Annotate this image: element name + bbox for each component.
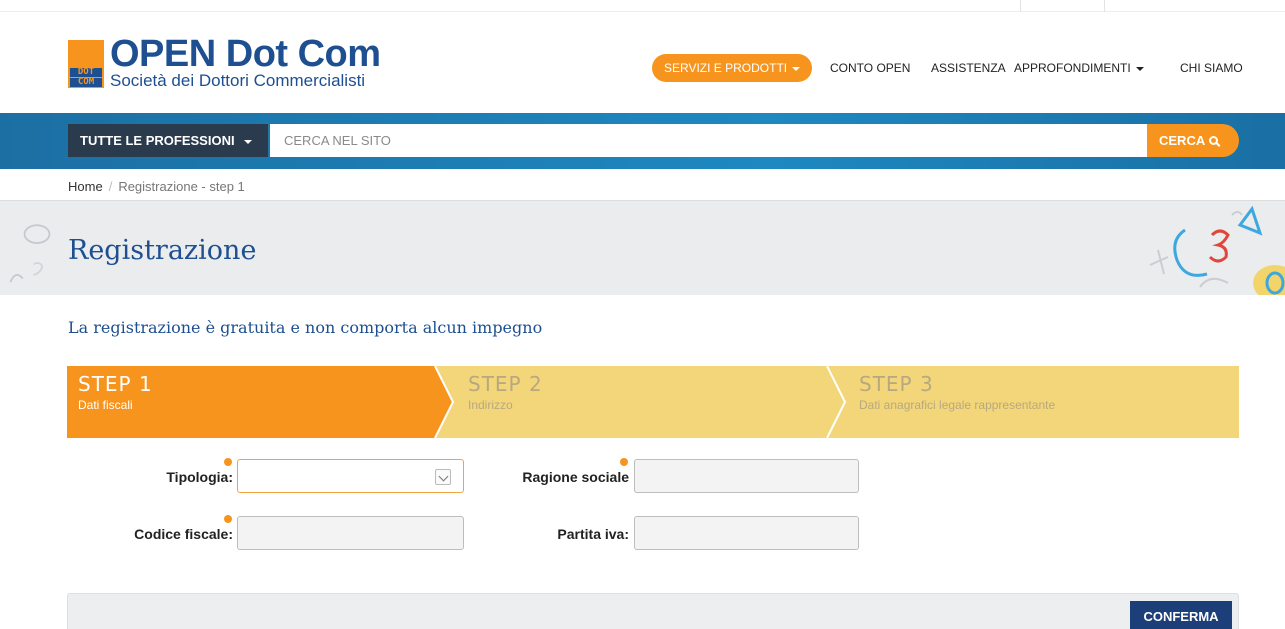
step-1-sub: Dati fiscali	[78, 398, 133, 412]
partita-iva-label: Partita iva:	[557, 526, 629, 542]
professions-dropdown[interactable]: TUTTE LE PROFESSIONI	[68, 124, 268, 157]
required-dot-icon	[224, 458, 232, 466]
page-banner: Registrazione	[0, 200, 1285, 295]
nav-approfondimenti[interactable]: APPROFONDIMENTI	[1014, 54, 1144, 82]
confirm-button[interactable]: CONFERMA	[1130, 601, 1232, 629]
main-nav: SERVIZI E PRODOTTI CONTO OPEN ASSISTENZA…	[652, 54, 1252, 82]
logo-mark-line1: DOT	[70, 68, 102, 77]
tipologia-label: Tipologia:	[166, 469, 233, 485]
top-utility-bar	[0, 0, 1285, 12]
breadcrumb-home[interactable]: Home	[68, 179, 103, 194]
search-band: TUTTE LE PROFESSIONI CERCA	[0, 113, 1285, 169]
required-dot-icon	[620, 458, 628, 466]
utility-separator	[1020, 0, 1021, 12]
nav-conto-open[interactable]: CONTO OPEN	[830, 54, 910, 82]
professions-label: TUTTE LE PROFESSIONI	[80, 133, 235, 148]
math-decoration-icon	[9, 224, 51, 283]
chevron-down-icon	[243, 139, 252, 144]
chevron-down-icon	[792, 66, 801, 71]
step-1-label: STEP 1	[78, 372, 153, 396]
logo-mark-icon: DOT COM	[68, 40, 104, 88]
search-button[interactable]: CERCA	[1147, 124, 1239, 157]
ragione-sociale-field[interactable]	[634, 459, 859, 493]
search-icon	[1209, 136, 1219, 145]
logo-title: OPEN Dot Com	[110, 33, 381, 75]
step-2-sub: Indirizzo	[468, 398, 513, 412]
breadcrumb-separator: /	[108, 179, 113, 194]
logo-subtitle: Società dei Dottori Commercialisti	[110, 71, 366, 90]
step-2-label: STEP 2	[468, 372, 543, 396]
step-3-sub: Dati anagrafici legale rappresentante	[859, 398, 1056, 412]
registration-intro: La registrazione è gratuita e non compor…	[68, 318, 543, 337]
search-button-label: CERCA	[1159, 133, 1206, 148]
step-progress: STEP 1 Dati fiscali STEP 2 Indirizzo STE…	[67, 366, 1239, 438]
form-actions-bar	[67, 593, 1239, 629]
utility-separator	[1104, 0, 1105, 12]
nav-approfondimenti-label: APPROFONDIMENTI	[1014, 61, 1131, 75]
breadcrumb: Home / Registrazione - step 1	[68, 179, 245, 195]
codice-fiscale-label: Codice fiscale:	[134, 526, 233, 542]
codice-fiscale-field[interactable]	[237, 516, 464, 550]
chevron-down-icon	[1135, 66, 1144, 71]
partita-iva-field[interactable]	[634, 516, 859, 550]
step-progress-graphic	[67, 366, 1239, 438]
search-input[interactable]	[270, 124, 1148, 157]
nav-servizi-label: SERVIZI E PRODOTTI	[664, 61, 788, 75]
tipologia-select[interactable]	[237, 459, 464, 493]
logo-mark-line2: COM	[70, 78, 102, 87]
ragione-sociale-label: Ragione sociale	[522, 469, 629, 485]
chevron-down-icon	[435, 469, 451, 485]
required-dot-icon	[224, 515, 232, 523]
site-logo[interactable]: DOT COM OPEN Dot Com Società dei Dottori…	[68, 34, 388, 90]
breadcrumb-current: Registrazione - step 1	[118, 179, 245, 194]
math-decoration-icon	[1149, 205, 1285, 295]
nav-servizi-e-prodotti[interactable]: SERVIZI E PRODOTTI	[652, 54, 813, 82]
nav-chi-siamo[interactable]: CHI SIAMO	[1180, 54, 1243, 82]
page-title: Registrazione	[68, 235, 257, 266]
step-3-label: STEP 3	[859, 372, 934, 396]
nav-assistenza[interactable]: ASSISTENZA	[931, 54, 1006, 82]
